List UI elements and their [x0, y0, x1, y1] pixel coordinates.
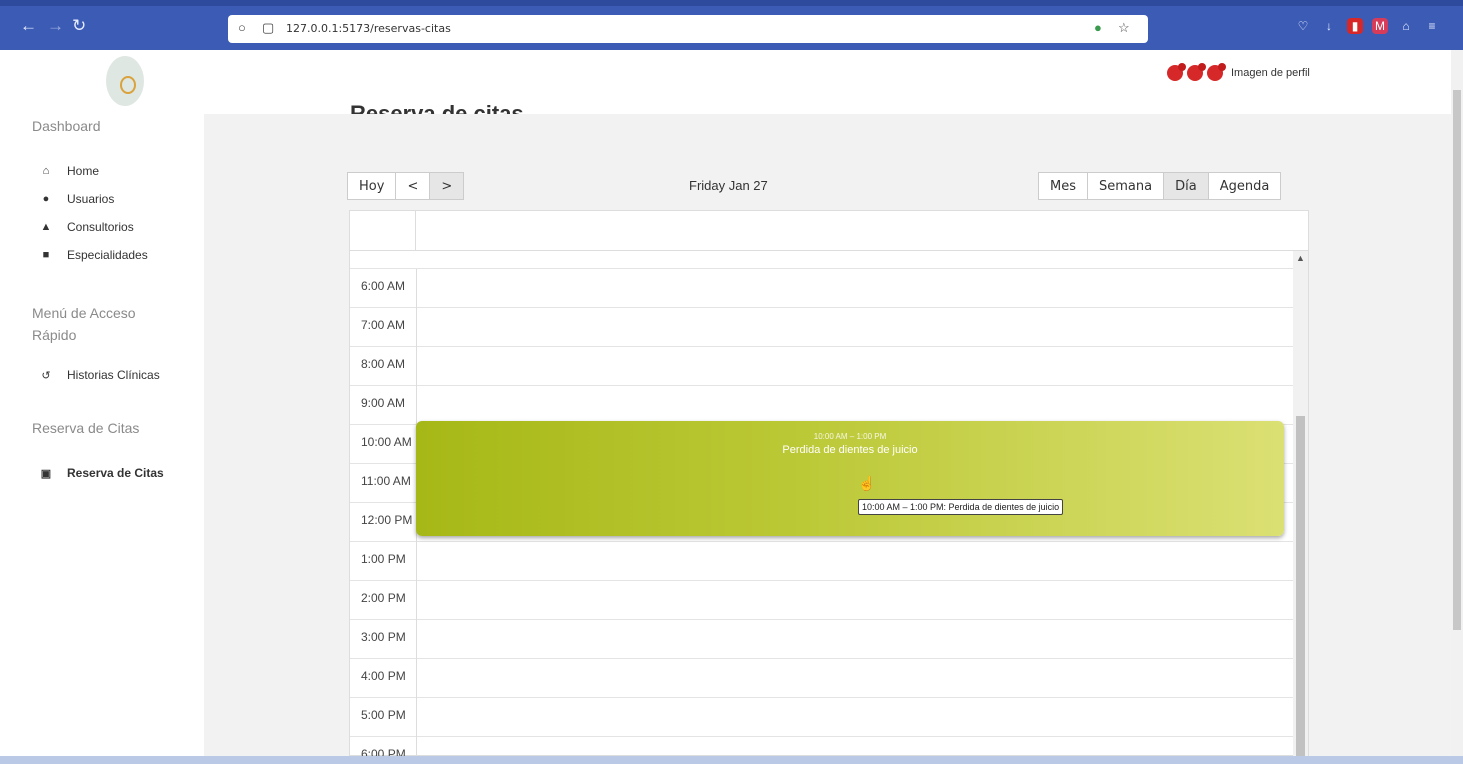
hand-cursor-icon: ☝	[858, 475, 876, 491]
sidebar-item-historias[interactable]: ↺ Historias Clínicas	[39, 365, 159, 385]
forward-arrow-icon[interactable]: →	[47, 16, 64, 36]
back-arrow-icon[interactable]: ←	[20, 16, 37, 36]
pocket-icon[interactable]: ♡	[1295, 18, 1311, 34]
building-icon: ▲	[40, 221, 52, 233]
profile-image[interactable]: Imagen de perfil	[1231, 67, 1310, 79]
user-icon: ●	[42, 193, 50, 205]
time-slot-row[interactable]: 6:00 PM	[350, 736, 1293, 756]
page-title: Reserva de citas	[350, 101, 524, 114]
event-tooltip: 10:00 AM – 1:00 PM: Perdida de dientes d…	[858, 499, 1064, 515]
gutter-divider	[416, 269, 417, 308]
time-slot-label: 8:00 AM	[361, 357, 406, 371]
time-slot-row[interactable]: 5:00 PM	[350, 697, 1293, 737]
event-time: 10:00 AM – 1:00 PM	[813, 432, 887, 441]
browser-toolbar: ← → ↻ ○ ▢ 127.0.0.1:5173/reservas-citas …	[0, 0, 1463, 50]
time-slot-label: 6:00 AM	[361, 279, 406, 293]
view-mes-button[interactable]: Mes	[1038, 172, 1088, 200]
menu-icon[interactable]: ≡	[1424, 18, 1440, 34]
app-logo[interactable]	[106, 56, 144, 106]
scroll-up-icon[interactable]: ▲	[1296, 253, 1305, 263]
time-slot-row[interactable]: 2:00 PM	[350, 580, 1293, 620]
calendar-scrollbar[interactable]: ▲	[1293, 251, 1308, 756]
folder-icon: ■	[42, 249, 50, 261]
calendar-icon: ▣	[40, 467, 52, 480]
time-slot-row[interactable]: 1:00 PM	[350, 541, 1293, 581]
dashboard-section-title: Dashboard	[32, 118, 101, 134]
current-date-label: Friday Jan 27	[689, 178, 768, 193]
next-button[interactable]: >	[429, 172, 465, 200]
gutter-divider	[416, 542, 417, 581]
os-taskbar	[0, 756, 1463, 764]
all-day-gutter	[350, 211, 416, 251]
time-slot-row[interactable]: 7:00 AM	[350, 307, 1293, 347]
sidebar-item-consultorios[interactable]: ▲ Consultorios	[39, 217, 134, 237]
reload-icon[interactable]: ↻	[72, 16, 86, 36]
navigation-buttons: Hoy < >	[347, 172, 465, 200]
view-buttons: Mes Semana Día Agenda	[1038, 172, 1282, 200]
time-slot-label: 9:00 AM	[361, 396, 406, 410]
time-slot-row[interactable]: 3:00 PM	[350, 619, 1293, 659]
url-text[interactable]: 127.0.0.1:5173/reservas-citas	[286, 22, 451, 35]
time-slot-row[interactable]: 9:00 AM	[350, 385, 1293, 425]
view-semana-button[interactable]: Semana	[1087, 172, 1165, 200]
gutter-divider	[416, 737, 417, 756]
sidebar-item-reserva[interactable]: ▣ Reserva de Citas	[39, 463, 164, 483]
gutter-divider	[416, 581, 417, 620]
gutter-divider	[416, 347, 417, 386]
gutter-divider	[416, 386, 417, 425]
time-slot-label: 10:00 AM	[361, 435, 412, 449]
sidebar-item-home[interactable]: ⌂ Home	[39, 161, 99, 181]
view-agenda-button[interactable]: Agenda	[1207, 172, 1282, 200]
page-scrollbar-thumb[interactable]	[1453, 90, 1461, 630]
page-icon: ▢	[262, 20, 275, 35]
appointment-event[interactable]: 10:00 AM – 1:00 PM Perdida de dientes de…	[416, 421, 1284, 536]
sidebar-item-especialidades[interactable]: ■ Especialidades	[39, 245, 148, 265]
time-slot-label: 5:00 PM	[361, 708, 406, 722]
time-slot-label: 2:00 PM	[361, 591, 406, 605]
time-slot-label: 1:00 PM	[361, 552, 406, 566]
history-icon: ↺	[41, 369, 51, 382]
extension-icon[interactable]: ●	[1094, 20, 1102, 35]
time-slot-row[interactable]: 6:00 AM	[350, 268, 1293, 308]
time-slot-label: 11:00 AM	[361, 474, 411, 488]
booking-section-title: Reserva de Citas	[32, 420, 140, 436]
page-scrollbar[interactable]	[1451, 50, 1463, 756]
calendar-scrollbar-thumb[interactable]	[1296, 416, 1305, 756]
gutter-divider	[416, 659, 417, 698]
today-button[interactable]: Hoy	[347, 172, 397, 200]
extensions-icon[interactable]: ⌂	[1398, 18, 1414, 34]
time-slot-label: 3:00 PM	[361, 630, 406, 644]
notification-bell-icon[interactable]	[1207, 63, 1226, 81]
time-slot-label: 6:00 PM	[361, 747, 406, 756]
gutter-divider	[416, 308, 417, 347]
view-dia-button[interactable]: Día	[1163, 172, 1209, 200]
prev-button[interactable]: <	[395, 172, 431, 200]
home-icon: ⌂	[42, 165, 50, 177]
gutter-divider	[416, 698, 417, 737]
sidebar: Dashboard ⌂ Home ● Usuarios ▲ Consultori…	[9, 50, 204, 756]
event-title: Perdida de dientes de juicio	[782, 444, 918, 456]
download-icon[interactable]: ↓	[1321, 18, 1337, 34]
time-slot-row[interactable]: 8:00 AM	[350, 346, 1293, 386]
addon-m-icon[interactable]: M	[1372, 18, 1388, 34]
sidebar-item-usuarios[interactable]: ● Usuarios	[39, 189, 115, 209]
time-slot-label: 4:00 PM	[361, 669, 406, 683]
quick-menu-section-title: Menú de Acceso Rápido	[32, 305, 136, 343]
bookmark-star-icon[interactable]: ☆	[1118, 20, 1130, 36]
address-bar[interactable]: ○ ▢ 127.0.0.1:5173/reservas-citas ● ☆	[228, 15, 1148, 43]
header-actions: Imagen de perfil	[1167, 63, 1310, 81]
notification-bell-icon[interactable]	[1187, 63, 1206, 81]
tracking-shield-icon[interactable]: ○	[238, 20, 246, 35]
all-day-row[interactable]	[350, 211, 1308, 251]
gutter-divider	[416, 620, 417, 659]
notification-bell-icon[interactable]	[1167, 63, 1186, 81]
addon-red-icon[interactable]: ▮	[1347, 18, 1363, 34]
time-slot-label: 12:00 PM	[361, 513, 413, 527]
time-slot-row[interactable]: 4:00 PM	[350, 658, 1293, 698]
page: Dashboard ⌂ Home ● Usuarios ▲ Consultori…	[9, 50, 1451, 756]
time-slot-label: 7:00 AM	[361, 318, 406, 332]
